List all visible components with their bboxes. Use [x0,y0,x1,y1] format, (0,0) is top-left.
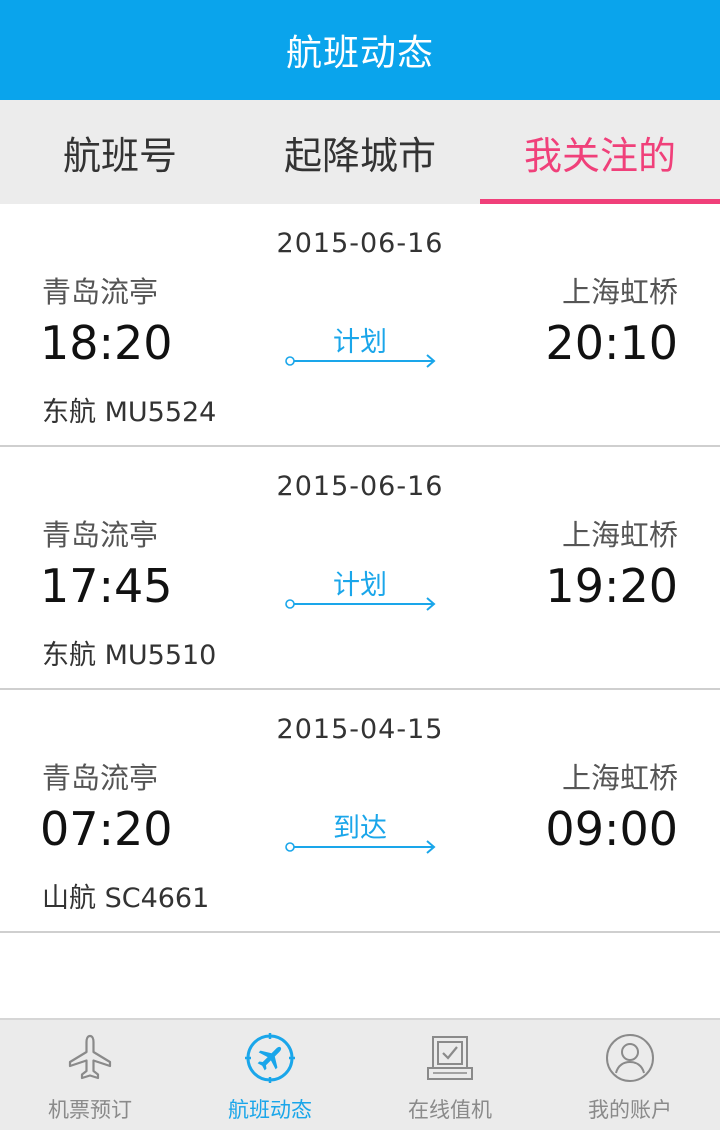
nav-online-checkin-label: 在线值机 [408,1098,492,1122]
user-icon [606,1034,654,1082]
airline-flight-number: 东航 MU5510 [42,640,217,671]
arrival-city: 上海虹桥 [561,518,678,552]
tab-flight-number-label: 航班号 [62,133,177,178]
nav-my-account[interactable]: 我的账户 [540,1020,720,1130]
page-title: 航班动态 [285,33,434,74]
nav-flight-status[interactable]: 航班动态 [180,1020,360,1130]
bottom-navigation: 机票预订 航班动态 在线值机 我的账户 [0,1018,720,1130]
airline-flight-number: 山航 SC4661 [42,883,210,914]
flight-card[interactable]: 2015-04-15 青岛流亭 上海虹桥 07:20 到达 09:00 山航 S… [0,690,720,933]
departure-city: 青岛流亭 [42,518,159,552]
route-arrow-icon [285,840,436,854]
tab-cities[interactable]: 起降城市 [240,100,480,204]
tab-flight-number[interactable]: 航班号 [0,100,240,204]
checkin-icon [427,1036,473,1080]
tab-following-label: 我关注的 [523,133,676,178]
tab-bar: 航班号 起降城市 我关注的 [0,100,720,204]
flight-card[interactable]: 2015-06-16 青岛流亭 上海虹桥 17:45 计划 19:20 东航 M… [0,447,720,690]
app-header: 航班动态 [0,0,720,100]
departure-city: 青岛流亭 [42,761,159,795]
nav-online-checkin[interactable]: 在线值机 [360,1020,540,1130]
tab-following[interactable]: 我关注的 [480,100,720,204]
airline-flight-number: 东航 MU5524 [42,397,217,428]
tab-cities-label: 起降城市 [283,133,436,178]
nav-ticket-booking[interactable]: 机票预订 [0,1020,180,1130]
route-arrow-icon [285,597,436,611]
route-arrow-icon [285,354,436,368]
flight-list: 2015-06-16 青岛流亭 上海虹桥 18:20 计划 20:10 东航 M… [0,204,720,933]
nav-flight-status-label: 航班动态 [228,1098,312,1122]
arrival-time: 19:20 [545,559,678,613]
flight-compass-icon [245,1033,295,1083]
arrival-city: 上海虹桥 [561,275,678,309]
arrival-time: 09:00 [545,802,678,856]
flight-date: 2015-04-15 [276,714,444,745]
flight-date: 2015-06-16 [276,471,444,502]
flight-card[interactable]: 2015-06-16 青岛流亭 上海虹桥 18:20 计划 20:10 东航 M… [0,204,720,447]
flight-date: 2015-06-16 [276,228,444,259]
arrival-time: 20:10 [545,316,678,370]
arrival-city: 上海虹桥 [561,761,678,795]
airplane-icon [68,1034,112,1080]
flight-status-screen: 航班动态 航班号 起降城市 我关注的 2015-06-16 青岛流亭 上海虹桥 … [0,0,720,1130]
nav-my-account-label: 我的账户 [588,1098,672,1122]
nav-ticket-booking-label: 机票预订 [48,1098,132,1122]
departure-city: 青岛流亭 [42,275,159,309]
